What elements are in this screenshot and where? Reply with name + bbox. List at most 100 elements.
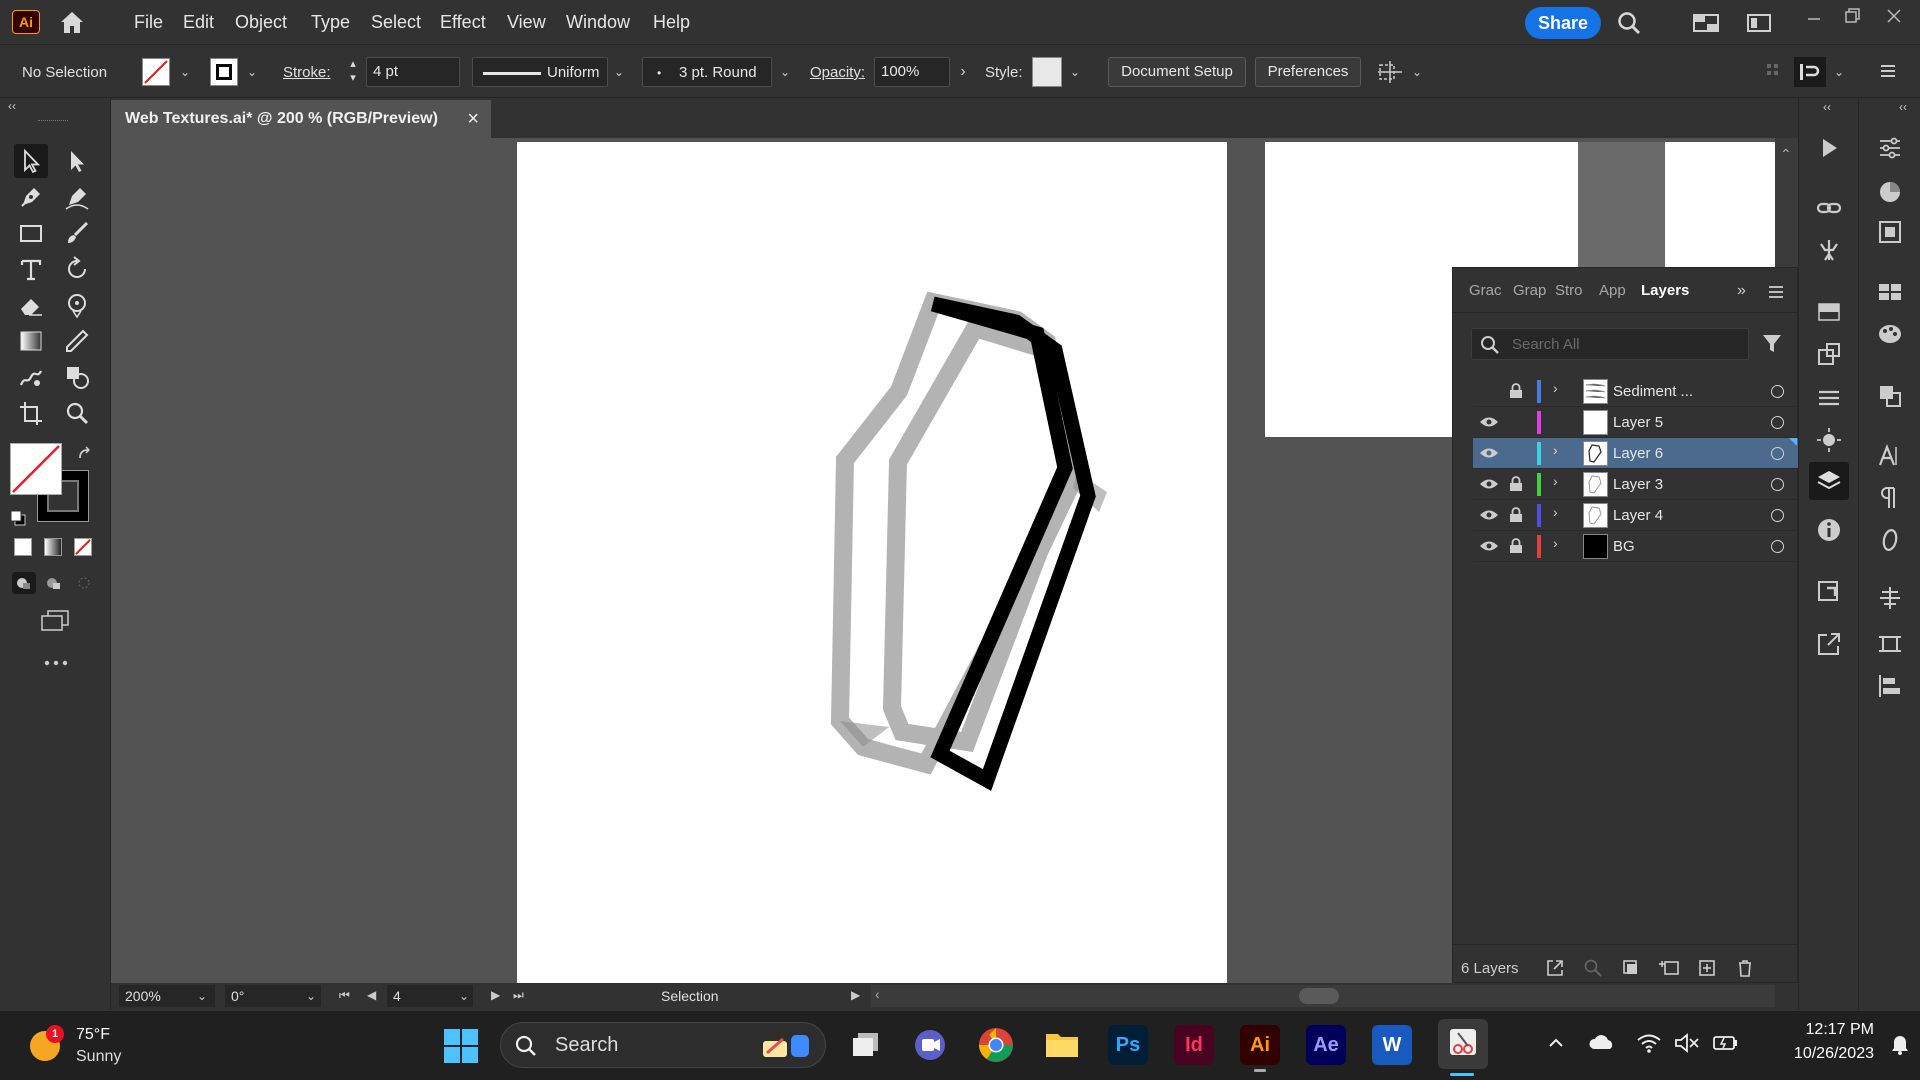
share-button[interactable]: Share <box>1525 7 1601 39</box>
variable-width-profile[interactable]: Uniform <box>472 57 608 87</box>
type-tool-icon[interactable] <box>14 252 48 286</box>
chevron-down-icon[interactable]: ⌄ <box>195 989 209 1003</box>
file-explorer-icon[interactable] <box>1042 1025 1082 1065</box>
export-for-screens-icon[interactable] <box>1813 628 1845 660</box>
tab-layers[interactable]: Layers <box>1641 282 1689 299</box>
zoom-tool-icon[interactable] <box>60 396 94 430</box>
artboards-icon[interactable] <box>1874 628 1906 660</box>
layer-row-sediment[interactable]: › Sediment ... <box>1473 376 1799 407</box>
rectangle-tool-icon[interactable] <box>14 216 48 250</box>
more-tools-icon[interactable] <box>42 656 70 670</box>
artboard[interactable] <box>517 142 1227 983</box>
chevron-down-icon[interactable]: ⌄ <box>178 65 192 79</box>
artboard-tool-icon[interactable] <box>14 396 48 430</box>
menu-effect[interactable]: Effect <box>440 12 486 33</box>
asset-export-icon[interactable] <box>1813 574 1845 606</box>
photoshop-icon[interactable]: Ps <box>1108 1025 1148 1065</box>
expand-icon[interactable]: › <box>1553 473 1558 489</box>
start-icon[interactable] <box>443 1028 479 1064</box>
taskbar-search[interactable]: Search <box>500 1022 826 1068</box>
document-setup-button[interactable]: Document Setup <box>1108 57 1246 87</box>
eye-icon[interactable] <box>1479 539 1499 553</box>
panel-menu-icon[interactable] <box>1878 61 1898 81</box>
opentype-icon[interactable] <box>1874 524 1906 556</box>
lock-icon[interactable] <box>1509 383 1523 399</box>
tab-graphic-styles[interactable]: Grap <box>1513 282 1546 299</box>
chevron-down-icon[interactable]: ⌄ <box>1068 65 1082 79</box>
menu-edit[interactable]: Edit <box>183 12 214 33</box>
clock-date[interactable]: 10/26/2023 <box>1762 1045 1874 1063</box>
align-left-icon[interactable] <box>1874 670 1906 702</box>
layer-row-layer6[interactable]: › Layer 6 <box>1473 438 1799 469</box>
new-sublayer-icon[interactable] <box>1657 958 1681 978</box>
weather-widget[interactable]: 1 75°F Sunny <box>26 1025 146 1069</box>
opacity-label[interactable]: Opacity: <box>810 64 865 81</box>
chevron-down-icon[interactable]: ⌄ <box>778 65 792 79</box>
properties-toggle-icon[interactable] <box>1794 57 1826 87</box>
curvature-tool-icon[interactable] <box>60 180 94 214</box>
layer-name[interactable]: Layer 5 <box>1613 414 1663 431</box>
stroke-weight-input[interactable]: 4 pt <box>366 57 460 87</box>
onedrive-icon[interactable] <box>1588 1033 1616 1053</box>
panel-options-icon[interactable] <box>1767 284 1785 300</box>
wifi-icon[interactable] <box>1636 1031 1662 1055</box>
horizontal-scrollbar[interactable]: ‹ <box>871 985 1775 1007</box>
eye-icon[interactable] <box>1479 446 1499 460</box>
menu-object[interactable]: Object <box>235 12 287 33</box>
lock-icon[interactable] <box>1509 538 1523 554</box>
target-icon[interactable] <box>1771 447 1784 460</box>
eye-icon[interactable] <box>1479 477 1499 491</box>
color-icon[interactable] <box>1874 176 1906 208</box>
actions-icon[interactable] <box>1813 132 1845 164</box>
layer-row-layer5[interactable]: Layer 5 <box>1473 407 1799 438</box>
restore-icon[interactable] <box>1842 6 1862 26</box>
collapse-arrows-icon[interactable]: ‹‹ <box>8 100 24 112</box>
opacity-input[interactable]: 100% <box>874 57 950 87</box>
close-window-icon[interactable] <box>1884 6 1904 26</box>
paintbrush-tool-icon[interactable] <box>60 216 94 250</box>
menu-help[interactable]: Help <box>653 12 690 33</box>
new-layer-icon[interactable] <box>1697 958 1717 978</box>
stroke-swatch[interactable] <box>210 58 238 86</box>
clipping-mask-icon[interactable] <box>1621 958 1641 978</box>
puppet-icon[interactable] <box>1813 234 1845 266</box>
scroll-thumb[interactable] <box>1299 988 1339 1004</box>
align-lines-icon[interactable] <box>1813 382 1845 414</box>
status-menu-icon[interactable]: ▶ <box>851 988 860 1002</box>
target-icon[interactable] <box>1771 540 1784 553</box>
indesign-icon[interactable]: Id <box>1174 1025 1214 1065</box>
layers-dock-icon[interactable] <box>1809 462 1849 500</box>
brushes-icon[interactable] <box>1874 318 1906 350</box>
transform-icon[interactable] <box>1813 338 1845 370</box>
document-tab[interactable]: Web Textures.ai* @ 200 % (RGB/Preview) × <box>111 100 491 138</box>
screen-mode-icon[interactable] <box>38 608 72 632</box>
rotate-tool-icon[interactable] <box>60 252 94 286</box>
expand-icon[interactable]: › <box>1553 535 1558 551</box>
graphic-style-swatch[interactable] <box>1032 57 1062 87</box>
close-tab-icon[interactable]: × <box>467 100 479 138</box>
menu-type[interactable]: Type <box>311 12 350 33</box>
expand-icon[interactable]: › <box>1553 380 1558 396</box>
layer-name[interactable]: Layer 6 <box>1613 445 1663 462</box>
swatches-icon[interactable] <box>1874 276 1906 308</box>
expand-icon[interactable]: › <box>1553 442 1558 458</box>
fill-color-square[interactable] <box>10 443 62 495</box>
task-view-icon[interactable] <box>846 1025 886 1065</box>
layer-name[interactable]: Layer 3 <box>1613 476 1663 493</box>
search-icon[interactable] <box>1616 10 1642 36</box>
tab-appearance[interactable]: App <box>1599 282 1626 299</box>
delete-layer-icon[interactable] <box>1735 958 1755 978</box>
stroke-stepper-icon[interactable]: ▴ ▾ <box>346 57 360 87</box>
properties-sliders-icon[interactable] <box>1874 132 1906 164</box>
chevron-down-icon[interactable]: ⌄ <box>304 989 318 1003</box>
chevron-right-icon[interactable]: › <box>956 64 970 80</box>
tab-gradient[interactable]: Grac <box>1469 282 1502 299</box>
volume-muted-icon[interactable] <box>1674 1031 1700 1055</box>
clock-time[interactable]: 12:17 PM <box>1762 1021 1874 1039</box>
teams-chat-icon[interactable] <box>910 1025 950 1065</box>
first-artboard-icon[interactable]: ⏮ <box>339 988 350 1003</box>
lock-icon[interactable] <box>1509 476 1523 492</box>
minimize-icon[interactable] <box>1804 8 1824 28</box>
chrome-icon[interactable] <box>976 1025 1016 1065</box>
chevron-down-icon[interactable]: ⌄ <box>245 65 259 79</box>
